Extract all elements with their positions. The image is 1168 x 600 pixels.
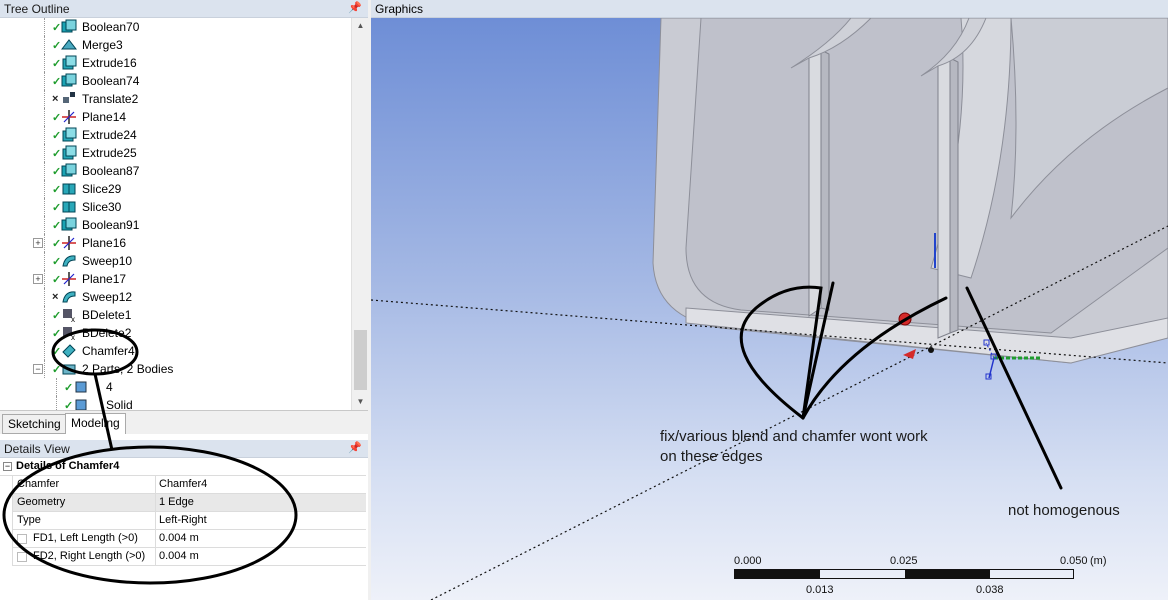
graphics-viewport[interactable]: fix/various blend and chamfer wont work … (371, 18, 1168, 600)
model-fin-right (937, 57, 951, 339)
scale-unit: (m) (1090, 555, 1107, 567)
homogenous-note: not homogenous (1008, 502, 1120, 519)
scale-label-4: 0.038 (976, 584, 1004, 596)
hand-circle-overlay (2, 328, 298, 585)
graphics-header: Graphics (371, 0, 1168, 18)
graphics-panel: Graphics fix/various blend and chamfer w… (371, 0, 1168, 600)
blend-note-line1: fix/various blend and chamfer wont work (660, 428, 928, 445)
model-fin-left (808, 49, 822, 317)
scale-bar-track (734, 569, 1074, 579)
scale-label-3: 0.013 (806, 584, 834, 596)
scale-label-2: 0.050 (1060, 555, 1088, 567)
scale-label-0: 0.000 (734, 555, 762, 567)
blend-note-line2: on these edges (660, 448, 763, 465)
scale-bar: 0.000 0.025 0.050 (m) 0.013 0.038 (734, 553, 1107, 600)
scale-label-1: 0.025 (890, 555, 918, 567)
graphics-title: Graphics (375, 2, 424, 16)
